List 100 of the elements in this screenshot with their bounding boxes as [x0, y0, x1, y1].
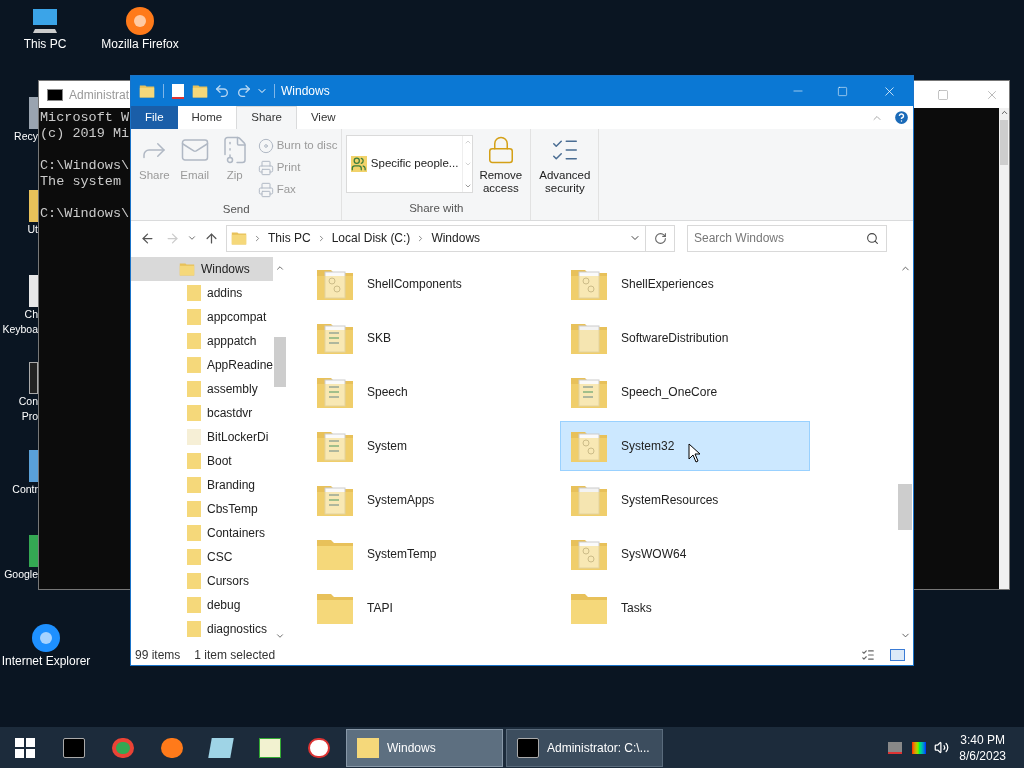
forward-icon[interactable]: [165, 230, 180, 246]
nav-item[interactable]: Windows: [131, 257, 273, 281]
folder-tile[interactable]: Tasks: [560, 583, 810, 633]
desktop-icon-label[interactable]: Mozilla Firefox: [101, 37, 179, 52]
scroll-thumb[interactable]: [898, 484, 912, 530]
nav-item[interactable]: appcompat: [131, 305, 273, 329]
scroll-thumb[interactable]: [1000, 120, 1008, 165]
nav-item[interactable]: Boot: [131, 449, 273, 473]
redo-icon[interactable]: [236, 83, 252, 99]
more-icon[interactable]: [463, 182, 472, 190]
folder-tile[interactable]: SystemTemp: [306, 529, 556, 579]
console-line: C:\Windows\: [40, 206, 130, 222]
folder-tile[interactable]: System32: [560, 421, 810, 471]
desktop-icon-label[interactable]: Recy: [14, 129, 38, 144]
browser-icon[interactable]: [160, 737, 183, 758]
terminal-icon: [47, 88, 63, 101]
address-bar[interactable]: This PC Local Disk (C:) Windows: [226, 224, 646, 252]
nav-item[interactable]: AppReadine: [131, 353, 273, 377]
desktop-icon-label[interactable]: Keyboa: [2, 322, 38, 337]
nav-item[interactable]: CbsTemp: [131, 497, 273, 521]
nav-item[interactable]: diagnostics: [131, 617, 273, 641]
ribbon-command[interactable]: Remove access: [475, 135, 527, 195]
scroll-up-icon[interactable]: [999, 108, 1009, 117]
taskbar-window-button[interactable]: Administrator: C:\...: [506, 728, 663, 767]
nav-item[interactable]: Cursors: [131, 569, 273, 593]
mute-icon[interactable]: [934, 740, 950, 755]
selection-status: 1 item selected: [194, 647, 276, 664]
back-icon[interactable]: [140, 230, 155, 246]
browser-icon[interactable]: [111, 737, 134, 758]
partial-icon[interactable]: [29, 362, 38, 394]
folder-tile[interactable]: SKB: [306, 313, 556, 363]
folder-tile[interactable]: SoftwareDistribution: [560, 313, 810, 363]
breadcrumb[interactable]: Windows: [431, 229, 481, 247]
nav-item[interactable]: BitLockerDi: [131, 425, 273, 449]
terminal-icon[interactable]: [517, 737, 539, 758]
nav-item[interactable]: CSC: [131, 545, 273, 569]
color-icon[interactable]: [912, 741, 927, 754]
fax-icon: [257, 182, 274, 198]
ribbon-tab[interactable]: View: [296, 106, 350, 129]
folder-tile[interactable]: System: [306, 421, 556, 471]
help-icon[interactable]: [893, 109, 910, 126]
ribbon-tab[interactable]: Share: [236, 106, 297, 129]
disc-icon: [257, 138, 274, 154]
folder-tile[interactable]: Speech_OneCore: [560, 367, 810, 417]
folder-tile[interactable]: SystemResources: [560, 475, 810, 525]
desktop-icon-label[interactable]: Internet Explorer: [1, 654, 91, 669]
ribbon-command[interactable]: Advanced security: [535, 135, 595, 195]
folder-tile[interactable]: ShellExperiences: [560, 259, 810, 309]
folder-tile[interactable]: SysWOW64: [560, 529, 810, 579]
folder-tile[interactable]: Speech: [306, 367, 556, 417]
nav-item[interactable]: addins: [131, 281, 273, 305]
up-icon[interactable]: [204, 230, 219, 246]
folder-tile[interactable]: ShellComponents: [306, 259, 556, 309]
breadcrumb[interactable]: This PC: [268, 229, 311, 247]
desktop-icon-label[interactable]: Contr: [12, 482, 38, 497]
ribbon-tab[interactable]: File: [131, 106, 178, 129]
ribbon-tab[interactable]: Home: [177, 106, 237, 129]
scroll-down-icon[interactable]: [274, 631, 285, 641]
terminal-icon[interactable]: [62, 737, 85, 758]
nav-item[interactable]: debug: [131, 593, 273, 617]
recent-icon[interactable]: [187, 233, 197, 243]
editor-icon[interactable]: [258, 737, 281, 758]
clock[interactable]: 3:40 PM 8/6/2023: [959, 731, 1006, 764]
scroll-thumb[interactable]: [273, 337, 286, 387]
scrollbar[interactable]: [999, 108, 1009, 589]
desktop-icon-label[interactable]: Pro: [21, 409, 38, 424]
desktop-icon-label[interactable]: Con: [18, 394, 38, 409]
nav-item[interactable]: assembly: [131, 377, 273, 401]
desktop-icon-label[interactable]: Ut: [27, 222, 38, 237]
network-icon[interactable]: [888, 741, 903, 754]
desktop-icon-label[interactable]: Ch: [24, 307, 38, 322]
folder-tile[interactable]: TAPI: [306, 583, 556, 633]
console-line: The system: [40, 174, 121, 190]
tiles-view-icon[interactable]: [890, 649, 905, 661]
folder-icon: [139, 83, 155, 99]
scissors-icon[interactable]: [307, 737, 330, 758]
nav-item[interactable]: bcastdvr: [131, 401, 273, 425]
details-view-icon[interactable]: [860, 648, 876, 662]
folder-icon[interactable]: [357, 737, 379, 758]
properties-icon[interactable]: [172, 83, 184, 99]
search-field[interactable]: Search Windows: [687, 224, 887, 252]
desktop-icon-label[interactable]: Google: [4, 567, 38, 582]
globe-e-icon: [30, 622, 62, 654]
scroll-down-icon[interactable]: [463, 160, 472, 168]
people-icon: [351, 156, 367, 172]
taskbar-window-button[interactable]: Windows: [346, 728, 503, 767]
breadcrumb[interactable]: Local Disk (C:): [331, 229, 411, 247]
nav-item[interactable]: apppatch: [131, 329, 273, 353]
maximize-icon[interactable]: [937, 88, 949, 101]
desktop-icon-label[interactable]: This PC: [23, 37, 67, 52]
folder-tile[interactable]: SystemApps: [306, 475, 556, 525]
undo-icon[interactable]: [214, 83, 230, 99]
separator-icon: [253, 233, 262, 243]
nav-item[interactable]: Branding: [131, 473, 273, 497]
nav-item[interactable]: Containers: [131, 521, 273, 545]
notepad-icon[interactable]: [207, 737, 234, 758]
scroll-up-icon[interactable]: [274, 263, 285, 273]
start-button[interactable]: [15, 737, 35, 758]
refresh-button[interactable]: [646, 224, 675, 252]
console-line: Microsoft W: [40, 110, 130, 126]
